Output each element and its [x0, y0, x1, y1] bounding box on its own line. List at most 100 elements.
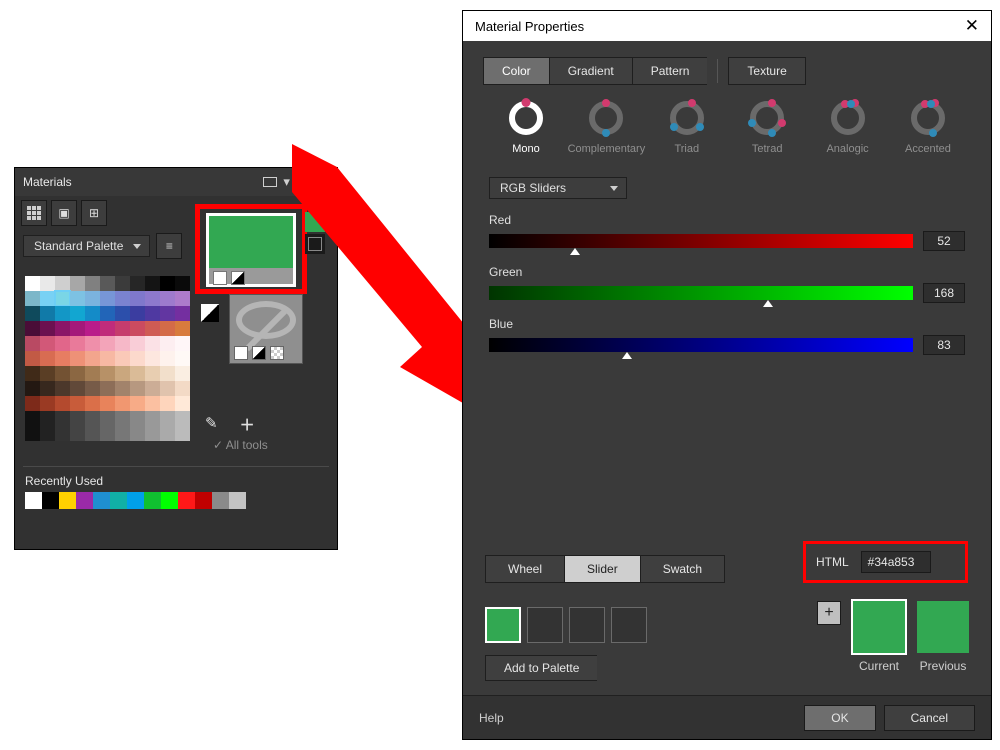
swatch[interactable]	[130, 291, 145, 306]
materials-titlebar[interactable]: Materials ▾ 📌 ✕	[15, 168, 337, 196]
swatch[interactable]	[25, 321, 40, 336]
swatch[interactable]	[145, 426, 160, 441]
html-hex-input[interactable]: #34a853	[861, 551, 931, 573]
swatch[interactable]	[175, 366, 190, 381]
swatch[interactable]	[85, 291, 100, 306]
current-color[interactable]: Current	[853, 601, 905, 673]
recent-swatch[interactable]	[110, 492, 127, 509]
pin-icon[interactable]: 📌	[296, 174, 312, 190]
swatch[interactable]	[130, 306, 145, 321]
help-link[interactable]: Help	[479, 711, 504, 725]
swatch[interactable]	[85, 276, 100, 291]
palette-slot-2[interactable]	[527, 607, 563, 643]
swatch[interactable]	[160, 276, 175, 291]
dialog-titlebar[interactable]: Material Properties ✕	[463, 11, 991, 41]
swatch[interactable]	[115, 411, 130, 426]
recent-swatch[interactable]	[144, 492, 161, 509]
mini-swatch-black[interactable]	[305, 234, 325, 254]
swatch[interactable]	[25, 396, 40, 411]
swatch[interactable]	[115, 276, 130, 291]
swatch[interactable]	[85, 306, 100, 321]
swatch[interactable]	[40, 351, 55, 366]
trays-button[interactable]: ⊞	[81, 200, 107, 226]
swatch[interactable]	[160, 366, 175, 381]
recent-swatch[interactable]	[59, 492, 76, 509]
swatch[interactable]	[175, 396, 190, 411]
swatch[interactable]	[85, 396, 100, 411]
swatch[interactable]	[25, 366, 40, 381]
swatch[interactable]	[85, 321, 100, 336]
swatch[interactable]	[55, 426, 70, 441]
swatch[interactable]	[70, 336, 85, 351]
foreground-material[interactable]	[206, 213, 296, 287]
slider-thumb-icon[interactable]	[763, 300, 773, 307]
swatch[interactable]	[70, 291, 85, 306]
swatch[interactable]	[130, 426, 145, 441]
solid-chip-icon[interactable]	[213, 271, 227, 285]
swatch[interactable]	[115, 291, 130, 306]
close-icon[interactable]: ✕	[965, 16, 979, 36]
view-slider[interactable]: Slider	[564, 555, 640, 583]
recent-swatch[interactable]	[229, 492, 246, 509]
cancel-button[interactable]: Cancel	[884, 705, 975, 731]
swatch[interactable]	[85, 336, 100, 351]
swatch[interactable]	[85, 381, 100, 396]
swatch[interactable]	[175, 291, 190, 306]
previous-color[interactable]: Previous	[917, 601, 969, 673]
recent-swatch[interactable]	[42, 492, 59, 509]
swatch[interactable]	[25, 411, 40, 426]
swatch[interactable]	[115, 396, 130, 411]
swatch[interactable]	[130, 411, 145, 426]
view-swatch[interactable]: Swatch	[640, 555, 725, 583]
recent-swatch[interactable]	[161, 492, 178, 509]
scheme-mono[interactable]: Mono	[489, 101, 563, 155]
swatch[interactable]	[175, 426, 190, 441]
swatch[interactable]	[55, 366, 70, 381]
swatch[interactable]	[145, 336, 160, 351]
swatch[interactable]	[175, 351, 190, 366]
ok-button[interactable]: OK	[804, 705, 875, 731]
swatch[interactable]	[160, 321, 175, 336]
swatch[interactable]	[55, 291, 70, 306]
swatch[interactable]	[160, 381, 175, 396]
swatch[interactable]	[175, 411, 190, 426]
palette-slot-1[interactable]	[485, 607, 521, 643]
swatch[interactable]	[115, 336, 130, 351]
swatch[interactable]	[100, 351, 115, 366]
swatch[interactable]	[175, 306, 190, 321]
swatch[interactable]	[70, 306, 85, 321]
recent-swatch[interactable]	[178, 492, 195, 509]
swatch[interactable]	[160, 396, 175, 411]
swatch[interactable]	[70, 426, 85, 441]
swatch[interactable]	[130, 336, 145, 351]
red-value[interactable]: 52	[923, 231, 965, 251]
swatch[interactable]	[175, 321, 190, 336]
swatch[interactable]	[55, 321, 70, 336]
palette-slot-3[interactable]	[569, 607, 605, 643]
red-slider[interactable]	[489, 234, 913, 248]
swatch[interactable]	[145, 276, 160, 291]
swatch[interactable]	[160, 336, 175, 351]
pattern-chip-icon[interactable]	[270, 346, 284, 360]
swatch[interactable]	[130, 351, 145, 366]
swatch[interactable]	[100, 306, 115, 321]
green-slider[interactable]	[489, 286, 913, 300]
swatch[interactable]	[115, 366, 130, 381]
mini-swatch-green[interactable]	[305, 212, 325, 232]
swatch[interactable]	[100, 291, 115, 306]
scheme-tetrad[interactable]: Tetrad	[730, 101, 804, 155]
swatch[interactable]	[160, 291, 175, 306]
recent-swatch[interactable]	[127, 492, 144, 509]
swatch[interactable]	[25, 381, 40, 396]
recent-swatch[interactable]	[76, 492, 93, 509]
swatch[interactable]	[25, 276, 40, 291]
green-value[interactable]: 168	[923, 283, 965, 303]
history-button[interactable]: ▣	[51, 200, 77, 226]
scheme-analogic[interactable]: Analogic	[811, 101, 885, 155]
swatch[interactable]	[70, 321, 85, 336]
background-material[interactable]	[229, 294, 303, 364]
swatch[interactable]	[70, 276, 85, 291]
swatch[interactable]	[100, 366, 115, 381]
swatch[interactable]	[100, 396, 115, 411]
palette-slot-4[interactable]	[611, 607, 647, 643]
